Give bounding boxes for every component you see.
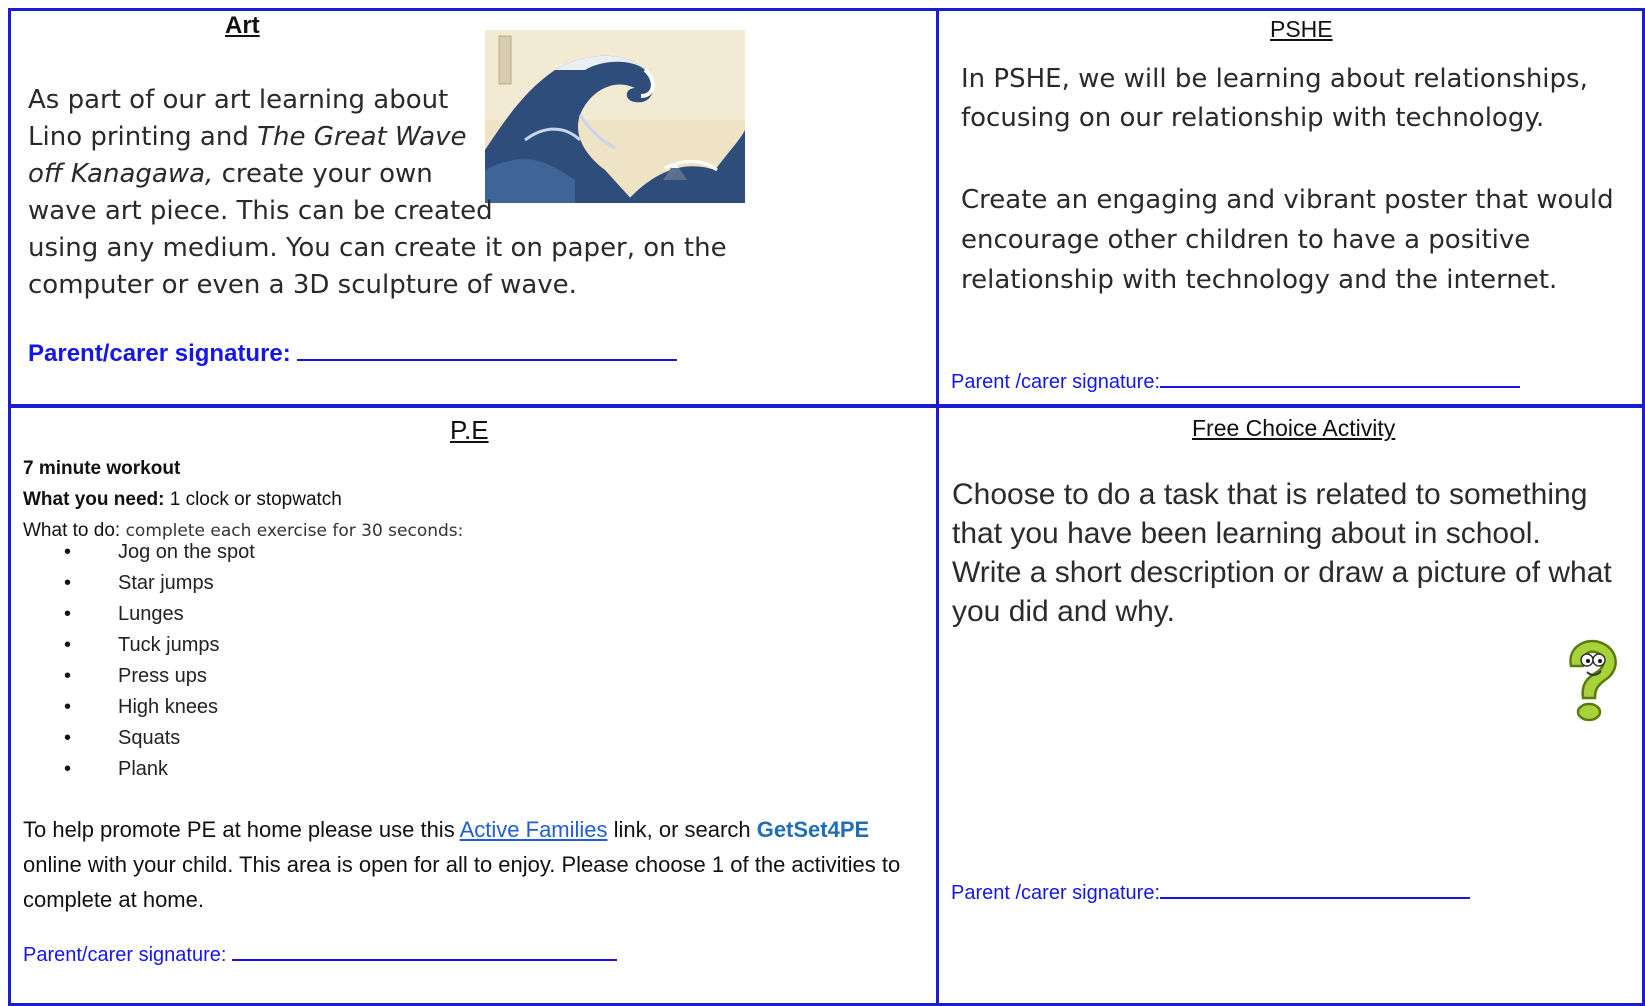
- artwork-title-part-2: off Kanagawa,: [28, 159, 214, 189]
- pe-signature-line[interactable]: [232, 959, 617, 961]
- free-choice-text-1: Choose to do a task that is related to s…: [952, 478, 1588, 550]
- pe-intro: 7 minute workout What you need: 1 clock …: [23, 453, 463, 547]
- list-item: Plank: [64, 754, 255, 785]
- pshe-paragraph-2: Create an engaging and vibrant poster th…: [961, 185, 1614, 295]
- pe-signature: Parent/carer signature:: [23, 944, 617, 967]
- pe-title: P.E: [450, 415, 489, 445]
- help-text-1: To help promote PE at home please use th…: [23, 817, 460, 842]
- pshe-signature-line[interactable]: [1160, 386, 1520, 388]
- art-line-3: off Kanagawa, create your own: [28, 156, 727, 193]
- free-choice-signature-line[interactable]: [1160, 897, 1470, 899]
- art-line-2-text: Lino printing and: [28, 122, 258, 152]
- pe-help-text: To help promote PE at home please use th…: [23, 812, 923, 917]
- art-title: Art: [225, 12, 260, 39]
- art-line-4: wave art piece. This can be created: [28, 196, 493, 226]
- art-line-1: As part of our art learning about: [28, 85, 449, 115]
- list-item: Lunges: [64, 599, 255, 630]
- free-choice-signature: Parent /carer signature:: [951, 882, 1470, 905]
- free-choice-signature-label: Parent /carer signature:: [951, 882, 1160, 904]
- row-divider: [8, 404, 1645, 408]
- list-item: Tuck jumps: [64, 630, 255, 661]
- list-item: Squats: [64, 723, 255, 754]
- need-label: What you need:: [23, 489, 165, 510]
- need-value: 1 clock or stopwatch: [164, 489, 342, 510]
- free-choice-title: Free Choice Activity: [1192, 415, 1396, 441]
- art-signature: Parent/carer signature:: [28, 340, 678, 368]
- list-item: Star jumps: [64, 568, 255, 599]
- art-line-3-text: create your own: [213, 159, 433, 189]
- list-item: High knees: [64, 692, 255, 723]
- column-divider: [936, 8, 939, 1006]
- active-families-link[interactable]: Active Families: [460, 817, 608, 842]
- art-line-2: Lino printing and The Great Wave: [28, 119, 727, 156]
- art-signature-label: Parent/carer signature:: [28, 340, 298, 367]
- art-signature-line[interactable]: [297, 359, 678, 361]
- pshe-paragraph-1: In PSHE, we will be learning about relat…: [961, 64, 1588, 133]
- list-item: Press ups: [64, 661, 255, 692]
- free-choice-text-2: Write a short description or draw a pict…: [952, 556, 1612, 628]
- pe-signature-label: Parent/carer signature:: [23, 944, 232, 966]
- workout-title: 7 minute workout: [23, 458, 181, 479]
- list-item: Jog on the spot: [64, 537, 255, 568]
- pshe-signature-label: Parent /carer signature:: [951, 371, 1160, 393]
- getset4pe-brand: GetSet4PE: [756, 817, 870, 842]
- pshe-signature: Parent /carer signature:: [951, 371, 1520, 394]
- art-line-6: computer or even a 3D sculpture of wave.: [28, 270, 577, 300]
- question-mark-icon: [1569, 639, 1617, 722]
- help-text-3: online with your child. This area is ope…: [23, 852, 901, 912]
- art-line-5: using any medium. You can create it on p…: [28, 233, 727, 263]
- artwork-title-part-1: The Great Wave: [257, 122, 467, 152]
- help-text-2: link, or search: [607, 817, 757, 842]
- free-choice-description: Choose to do a task that is related to s…: [952, 475, 1642, 631]
- pshe-title: PSHE: [1270, 16, 1333, 42]
- exercise-list: Jog on the spot Star jumps Lunges Tuck j…: [64, 537, 255, 785]
- what-you-need: What you need: 1 clock or stopwatch: [23, 484, 463, 515]
- art-description: As part of our art learning about Lino p…: [28, 82, 727, 304]
